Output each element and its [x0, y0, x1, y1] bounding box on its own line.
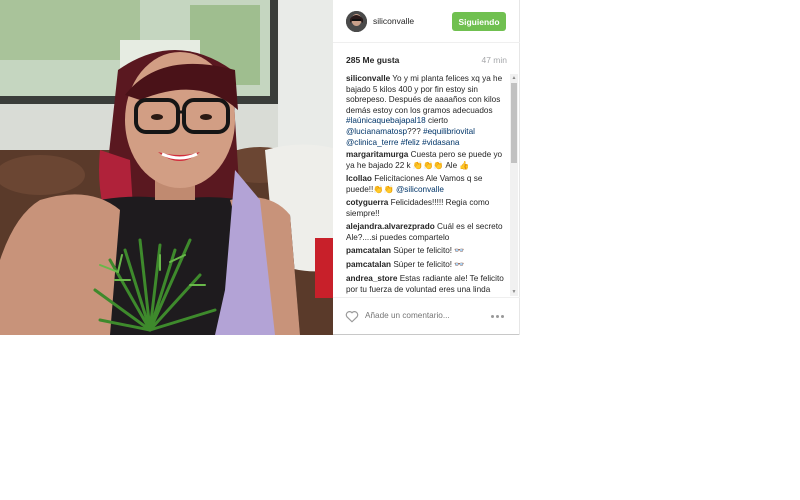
post-time[interactable]: 47 min — [481, 55, 507, 65]
caption-text: ??? — [407, 126, 421, 136]
mention-link[interactable]: @clinica_terre — [346, 138, 398, 147]
comment-username[interactable]: pamcatalan — [346, 246, 391, 255]
instagram-post: siliconvalle Siguiendo 285 Me gusta 47 m… — [0, 0, 520, 335]
list-item: andrea_store Estas radiante ale! Te feli… — [346, 274, 511, 296]
comments-scrollbar[interactable]: ▲ ▼ — [510, 74, 518, 296]
comment-username[interactable]: alejandra.alvarezprado — [346, 222, 435, 231]
list-item: margaritamurga Cuesta pero se puede yo y… — [346, 150, 511, 171]
dot — [501, 314, 504, 318]
comment-username[interactable]: andrea_store — [346, 274, 397, 283]
selfie-photo-illustration — [0, 0, 333, 335]
scroll-up-arrow-icon[interactable]: ▲ — [511, 75, 517, 81]
post-username[interactable]: siliconvalle — [373, 16, 414, 26]
post-stats: 285 Me gusta 47 min — [333, 44, 520, 70]
more-options-icon[interactable] — [491, 312, 507, 320]
caption: siliconvalle Yo y mi planta felices xq y… — [346, 74, 511, 148]
comment-username[interactable]: pamcatalan — [346, 260, 391, 269]
list-item: cotyguerra Felicidades!!!!! Regia como s… — [346, 198, 511, 219]
comment-username[interactable]: margaritamurga — [346, 150, 408, 159]
dot — [496, 314, 499, 318]
scroll-thumb[interactable] — [511, 83, 517, 163]
list-item: pamcatalan Súper te felicito! 👓 — [346, 260, 511, 271]
post-side-panel: siliconvalle Siguiendo 285 Me gusta 47 m… — [333, 0, 520, 335]
hashtag-link[interactable]: #feliz — [401, 138, 420, 147]
list-item: pamcatalan Súper te felicito! 👓 — [346, 246, 511, 257]
list-item: alejandra.alvarezprado Cuál es el secret… — [346, 222, 511, 243]
hashtag-link[interactable]: #equilibriovital — [423, 127, 475, 136]
add-comment-input[interactable] — [365, 311, 475, 320]
post-footer — [333, 297, 520, 335]
heart-outline-icon[interactable] — [345, 310, 359, 323]
mention-link[interactable]: @lucianamatosp — [346, 127, 407, 136]
comment-text: Súper te felicito! 👓 — [393, 260, 465, 269]
likes-count[interactable]: 285 Me gusta — [346, 55, 399, 65]
mention-link[interactable]: @siliconvalle — [396, 185, 444, 194]
hashtag-link[interactable]: #vidasana — [422, 138, 459, 147]
comments-list[interactable]: siliconvalle Yo y mi planta felices xq y… — [333, 74, 520, 296]
post-photo[interactable] — [0, 0, 333, 335]
comment-text: Súper te felicito! 👓 — [393, 246, 465, 255]
avatar[interactable] — [346, 11, 367, 32]
following-button[interactable]: Siguiendo — [452, 12, 506, 31]
avatar-image — [346, 11, 367, 32]
comment-username[interactable]: lcollao — [346, 174, 372, 183]
post-header: siliconvalle Siguiendo — [333, 0, 520, 43]
dot — [491, 314, 494, 318]
comment-username[interactable]: cotyguerra — [346, 198, 388, 207]
list-item: lcollao Felicitaciones Ale Vamos q se pu… — [346, 174, 511, 195]
caption-text: cierto — [427, 116, 448, 126]
caption-username[interactable]: siliconvalle — [346, 74, 390, 83]
hashtag-link[interactable]: #laúnicaquebajapal18 — [346, 116, 426, 125]
scroll-down-arrow-icon[interactable]: ▼ — [511, 289, 517, 295]
